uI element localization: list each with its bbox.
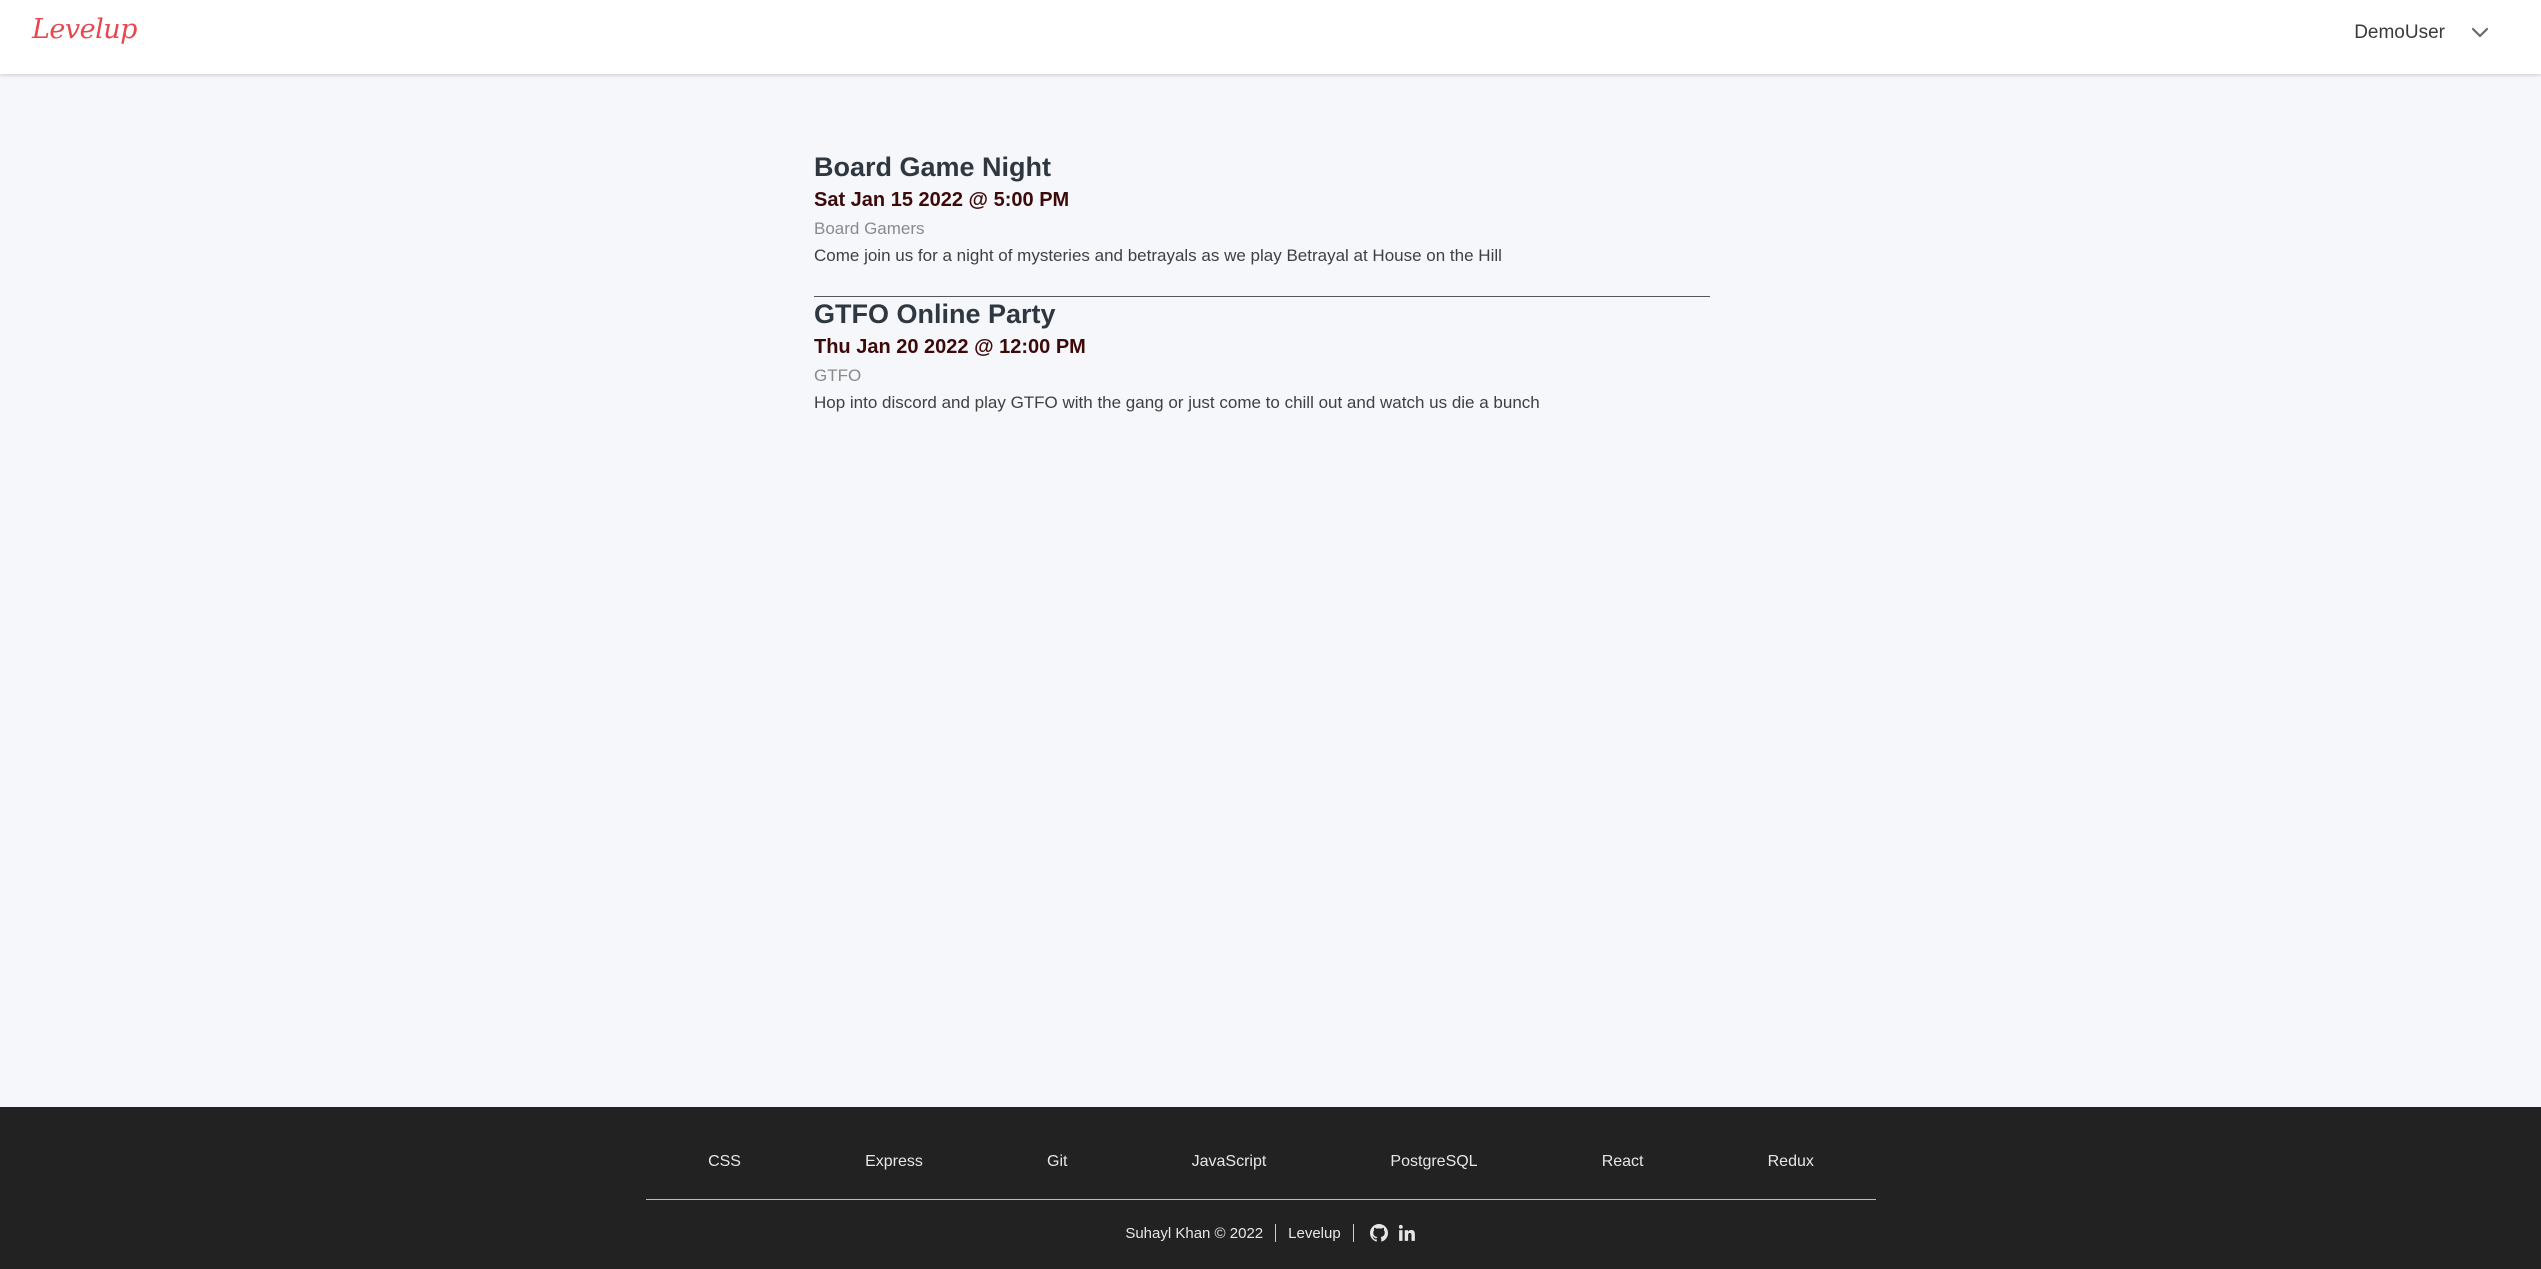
separator <box>1352 1224 1354 1242</box>
github-icon[interactable] <box>1369 1224 1388 1242</box>
event-title[interactable]: Board Game Night <box>814 150 1710 184</box>
levelup-link[interactable]: Levelup <box>1288 1225 1341 1242</box>
page-footer: CSS Express Git JavaScript PostgreSQL Re… <box>0 1107 2541 1269</box>
event-title[interactable]: GTFO Online Party <box>814 297 1710 331</box>
event-card[interactable]: GTFO Online Party Thu Jan 20 2022 @ 12:0… <box>814 297 1710 443</box>
event-group: GTFO <box>814 366 862 385</box>
copyright-text: Suhayl Khan © 2022 <box>1125 1224 1264 1242</box>
levelup-logo[interactable]: Levelup <box>32 14 137 45</box>
events-list: Board Game Night Sat Jan 15 2022 @ 5:00 … <box>814 150 1710 443</box>
tech-link-postgresql[interactable]: PostgreSQL <box>1390 1153 1477 1171</box>
footer-credits: Suhayl Khan © 2022 Levelup <box>0 1224 2541 1242</box>
event-description: Come join us for a night of mysteries an… <box>814 246 1502 265</box>
tech-link-react[interactable]: React <box>1602 1153 1644 1171</box>
separator <box>1275 1224 1277 1242</box>
tech-link-express[interactable]: Express <box>865 1153 923 1171</box>
event-date: Thu Jan 20 2022 @ 12:00 PM <box>814 336 1086 358</box>
tech-link-css[interactable]: CSS <box>708 1153 741 1171</box>
tech-link-redux[interactable]: Redux <box>1768 1153 1814 1171</box>
user-menu[interactable]: DemoUser <box>2354 22 2491 44</box>
username-label: DemoUser <box>2354 22 2445 43</box>
event-card[interactable]: Board Game Night Sat Jan 15 2022 @ 5:00 … <box>814 150 1710 296</box>
technologies-list: CSS Express Git JavaScript PostgreSQL Re… <box>646 1153 1876 1171</box>
tech-link-javascript[interactable]: JavaScript <box>1192 1153 1267 1171</box>
event-description: Hop into discord and play GTFO with the … <box>814 393 1540 412</box>
tech-link-git[interactable]: Git <box>1047 1153 1067 1171</box>
top-navbar: Levelup DemoUser <box>0 0 2541 74</box>
event-group: Board Gamers <box>814 219 925 238</box>
event-date: Sat Jan 15 2022 @ 5:00 PM <box>814 189 1070 211</box>
footer-divider <box>646 1199 1876 1200</box>
linkedin-icon[interactable] <box>1398 1224 1416 1242</box>
chevron-down-icon[interactable] <box>2469 22 2491 44</box>
